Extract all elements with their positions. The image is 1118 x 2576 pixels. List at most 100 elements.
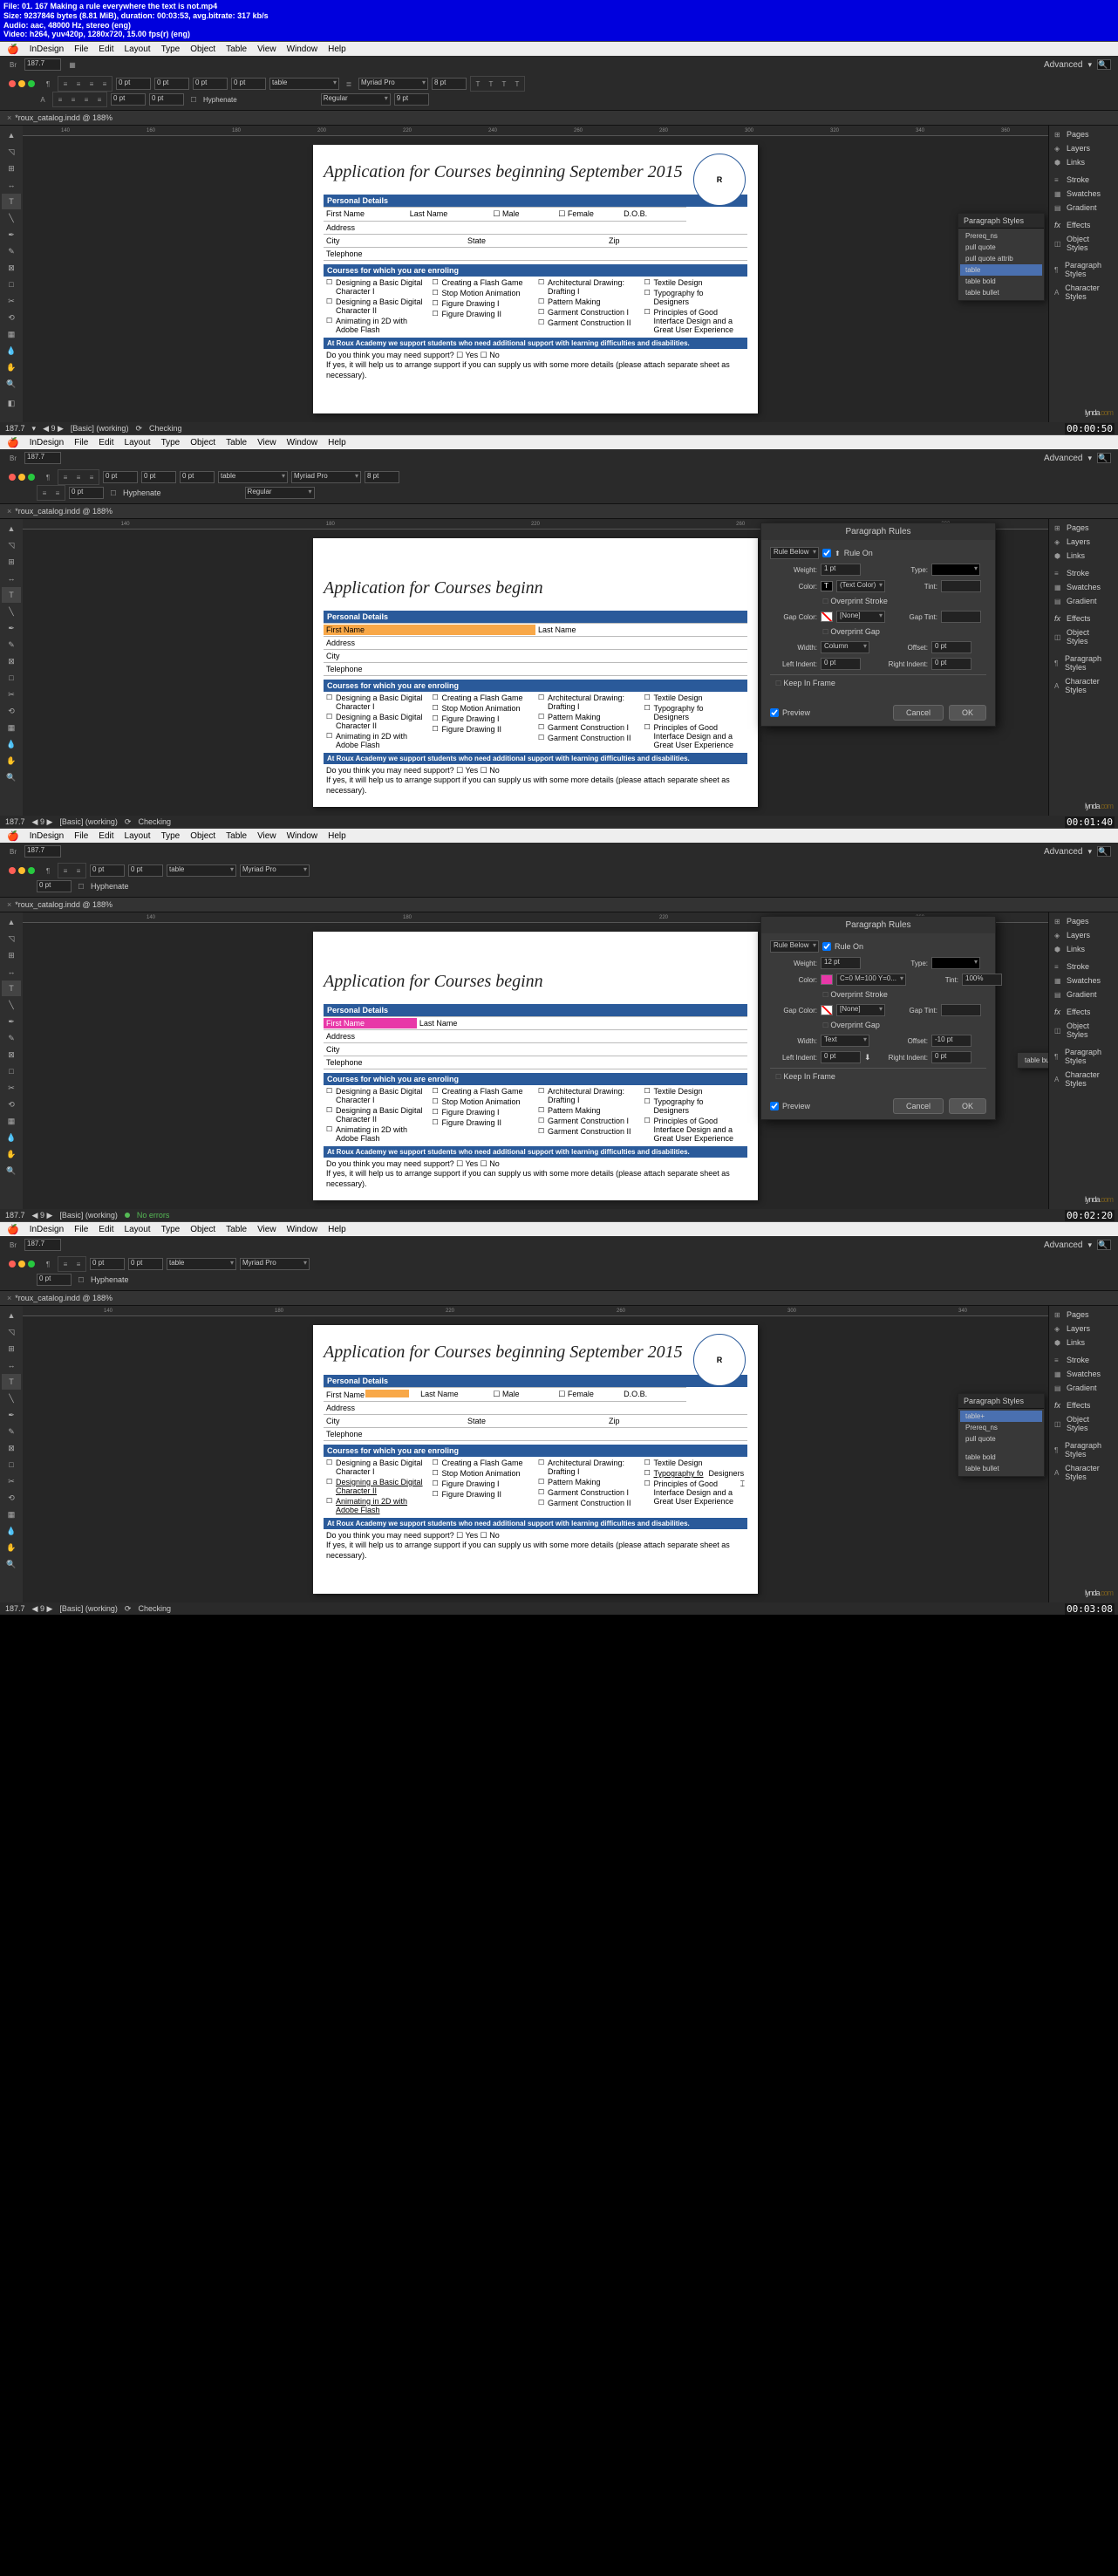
indent-left[interactable]: 0 pt xyxy=(116,78,151,90)
ok-button[interactable]: OK xyxy=(949,1098,986,1114)
menu-edit[interactable]: Edit xyxy=(99,44,113,54)
zoom-tool[interactable]: 🔍 xyxy=(2,376,21,392)
watermark: lynda.com xyxy=(1085,398,1113,420)
logo-roux: R xyxy=(693,154,746,206)
style-item[interactable]: table bold xyxy=(960,276,1042,287)
menu-type[interactable]: Type xyxy=(161,44,181,54)
ok-button[interactable]: OK xyxy=(949,705,986,721)
style-item[interactable]: pull quote attrib xyxy=(960,253,1042,264)
dialog-paragraph-rules[interactable]: Paragraph Rules Rule Below⬆Rule On Weigh… xyxy=(760,523,996,727)
minimize-icon[interactable] xyxy=(18,80,25,87)
rect-frame-tool[interactable]: ⊠ xyxy=(2,260,21,276)
style-item-selected[interactable]: table xyxy=(960,264,1042,276)
panel-effects[interactable]: fxEffects xyxy=(1051,218,1116,232)
menu-object[interactable]: Object xyxy=(190,44,215,54)
pen-tool[interactable]: ✒ xyxy=(2,227,21,243)
workspace-dropdown-icon[interactable]: ▾ xyxy=(1087,60,1092,70)
type-select[interactable] xyxy=(931,564,980,576)
menu-layout[interactable]: Layout xyxy=(125,44,151,54)
cancel-button[interactable]: Cancel xyxy=(893,1098,944,1114)
menu-view[interactable]: View xyxy=(257,44,276,54)
rect-tool[interactable]: □ xyxy=(2,277,21,292)
page-tool[interactable]: ⊞ xyxy=(2,161,21,176)
control-panel: ¶ ≡≡≡≡ 0 pt 0 pt 0 pt 0 pt table ≣ Myria… xyxy=(0,73,1118,111)
rule-position-select[interactable]: Rule Below xyxy=(770,547,819,559)
style-item[interactable]: Prereq_ns xyxy=(960,230,1042,242)
frame-2: 🍎InDesignFileEditLayoutTypeObjectTableVi… xyxy=(0,434,1118,828)
panel-object-styles[interactable]: ◫Object Styles xyxy=(1051,232,1116,255)
menu-help[interactable]: Help xyxy=(328,44,346,54)
offset-input[interactable]: 0 pt xyxy=(931,641,971,653)
gap-color-select[interactable]: [None] xyxy=(836,611,885,623)
font-size[interactable]: 8 pt xyxy=(432,78,467,90)
dialog-paragraph-rules[interactable]: Paragraph Rules Rule BelowRule On Weight… xyxy=(760,916,996,1120)
tab-close-icon[interactable]: × xyxy=(7,113,11,122)
workspace-bar: Br 187.7 ▦ Advanced ▾ 🔍 xyxy=(0,56,1118,73)
frame-4: 🍎InDesignFileEditLayoutTypeObjectTableVi… xyxy=(0,1221,1118,1615)
pages-icon: ⊞ xyxy=(1054,131,1063,139)
hand-tool[interactable]: ✋ xyxy=(2,359,21,375)
object-styles-icon: ◫ xyxy=(1054,240,1063,248)
width-select[interactable]: Column xyxy=(821,641,869,653)
panel-links[interactable]: ⬢Links xyxy=(1051,155,1116,169)
paragraph-styles-panel[interactable]: Paragraph Styles Prereq_ns pull quote pu… xyxy=(958,213,1045,301)
panel-char-styles[interactable]: ACharacter Styles xyxy=(1051,281,1116,304)
left-indent-input[interactable]: 0 pt xyxy=(821,658,861,670)
preview-check[interactable]: Preview xyxy=(770,705,810,721)
rule-on-check[interactable]: ⬆Rule On xyxy=(822,549,873,557)
font-select[interactable]: Myriad Pro xyxy=(358,78,428,90)
document-tab[interactable]: ×*roux_catalog.indd @ 188% xyxy=(0,111,1118,126)
hyphenate-check[interactable]: Hyphenate xyxy=(203,96,237,104)
font-style-select[interactable]: Regular xyxy=(321,93,391,106)
gradient-tool[interactable]: ▦ xyxy=(2,326,21,342)
paragraph-styles-panel[interactable]: table bullet xyxy=(1017,1052,1048,1069)
menu-window[interactable]: Window xyxy=(287,44,318,54)
color-swatch-magenta[interactable] xyxy=(821,974,833,985)
gap-tool[interactable]: ↔ xyxy=(2,177,21,193)
direct-select-tool[interactable]: ◹ xyxy=(2,144,21,160)
bridge-icon[interactable]: Br xyxy=(7,58,19,71)
panel-stroke[interactable]: ≡Stroke xyxy=(1051,173,1116,187)
gap-swatch[interactable] xyxy=(821,612,833,622)
close-icon[interactable] xyxy=(9,80,16,87)
document-canvas[interactable]: 140160180200220240260280300320340360 R A… xyxy=(23,126,1048,422)
type-tool[interactable]: T xyxy=(2,194,21,209)
panel-swatches[interactable]: ▦Swatches xyxy=(1051,187,1116,201)
paragraph-styles-panel[interactable]: Paragraph Styles table+ Prereq_ns pull q… xyxy=(958,1393,1045,1477)
line-tool[interactable]: ╲ xyxy=(2,210,21,226)
panel-para-styles[interactable]: ¶Paragraph Styles xyxy=(1051,258,1116,281)
maximize-icon[interactable] xyxy=(28,80,35,87)
transform-tool[interactable]: ⟲ xyxy=(2,310,21,325)
menu-file[interactable]: File xyxy=(74,44,88,54)
zoom-field[interactable]: 187.7 xyxy=(24,58,61,71)
panel-pages[interactable]: ⊞Pages xyxy=(1051,127,1116,141)
color-swatch[interactable] xyxy=(821,581,833,591)
color-select[interactable]: (Text Color) xyxy=(836,580,885,592)
view-icon[interactable]: ▦ xyxy=(66,58,78,71)
file-info-header: File: 01. 167 Making a rule everywhere t… xyxy=(0,0,1118,41)
para-style-select[interactable]: table xyxy=(269,78,339,90)
fill-stroke[interactable]: ◧ xyxy=(2,393,21,413)
selection-tool[interactable]: ▲ xyxy=(2,127,21,143)
panel-layers[interactable]: ◈Layers xyxy=(1051,141,1116,155)
right-indent-input[interactable]: 0 pt xyxy=(931,658,971,670)
panel-gradient[interactable]: ▤Gradient xyxy=(1051,201,1116,215)
leading[interactable]: 9 pt xyxy=(394,93,429,106)
scissors-tool[interactable]: ✂ xyxy=(2,293,21,309)
style-item[interactable]: pull quote xyxy=(960,242,1042,253)
panel-tab-parastyles[interactable]: Paragraph Styles xyxy=(958,214,1044,229)
indent-right[interactable]: 0 pt xyxy=(154,78,189,90)
workspace-label[interactable]: Advanced xyxy=(1044,60,1082,70)
eyedropper-tool[interactable]: 💧 xyxy=(2,343,21,359)
space-after[interactable]: 0 pt xyxy=(231,78,266,90)
style-item[interactable]: table bullet xyxy=(960,287,1042,298)
pencil-tool[interactable]: ✎ xyxy=(2,243,21,259)
weight-input[interactable]: 1 pt xyxy=(821,564,861,576)
space-before[interactable]: 0 pt xyxy=(193,78,228,90)
gap-tint-input[interactable] xyxy=(941,611,981,623)
tint-input[interactable] xyxy=(941,580,981,592)
menu-table[interactable]: Table xyxy=(226,44,247,54)
cancel-button[interactable]: Cancel xyxy=(893,705,944,721)
apple-icon[interactable]: 🍎 xyxy=(7,44,19,55)
search-field[interactable]: 🔍 xyxy=(1097,59,1111,70)
